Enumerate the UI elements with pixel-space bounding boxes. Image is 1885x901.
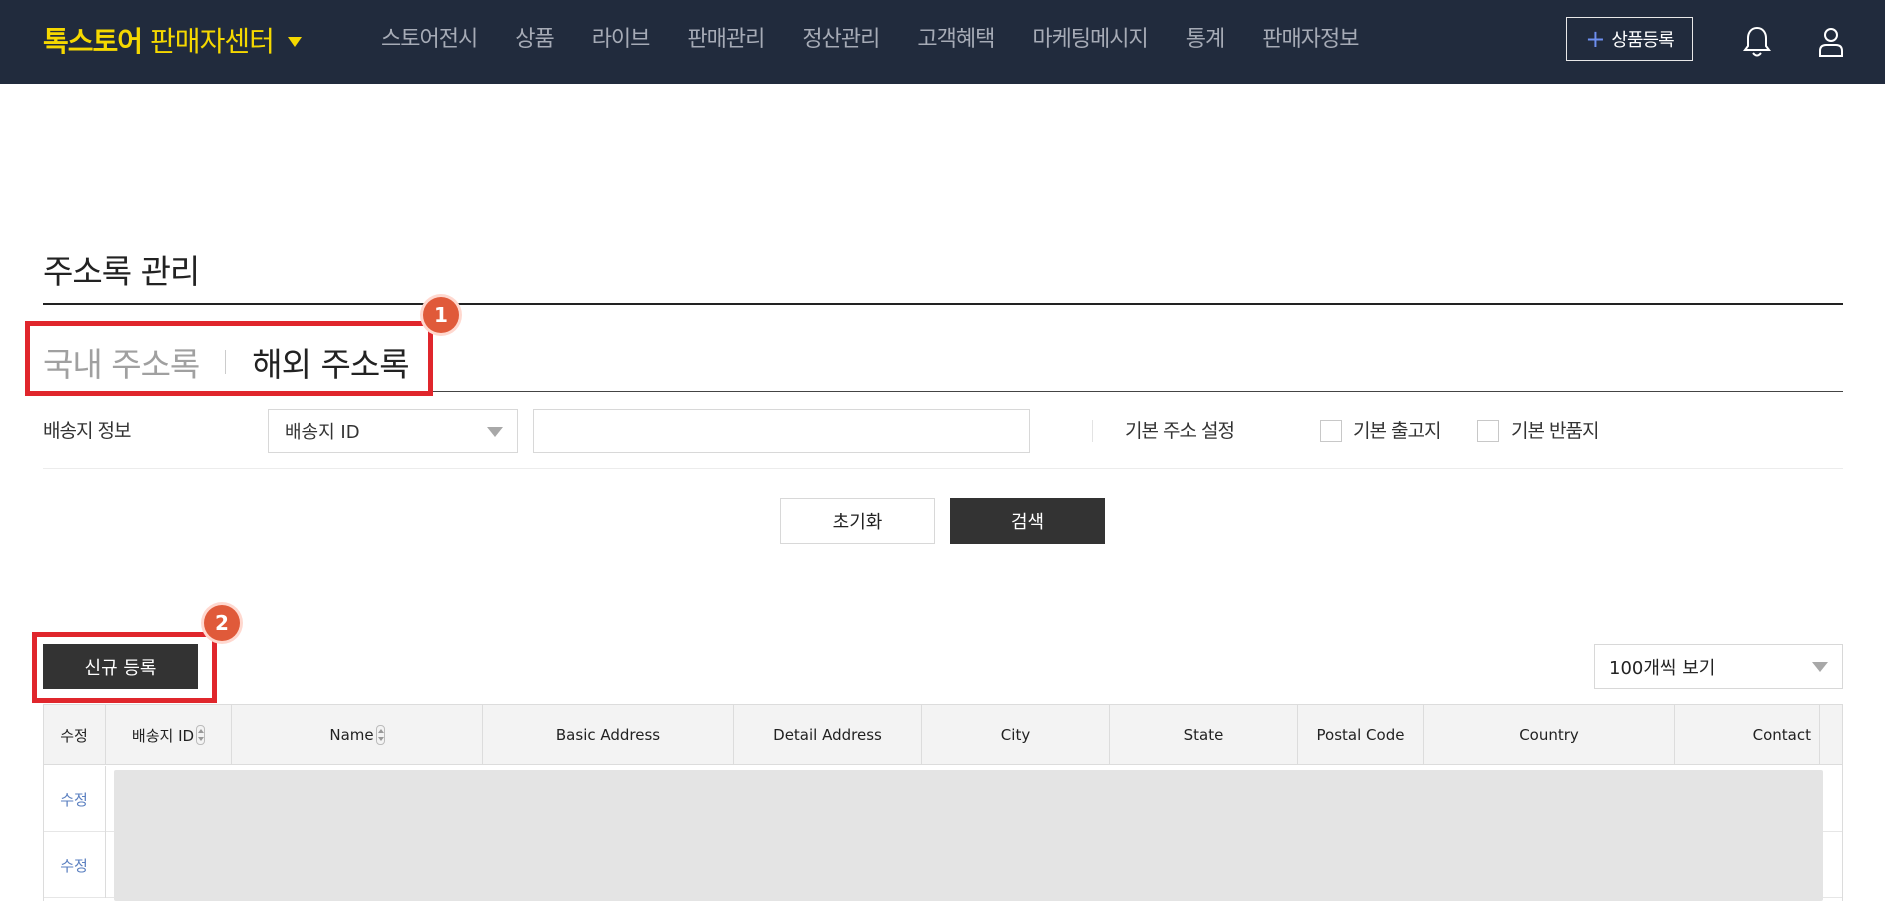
nav-item-store-display[interactable]: 스토어전시	[381, 20, 478, 60]
column-header-country: Country	[1424, 705, 1675, 765]
reset-button[interactable]: 초기화	[780, 498, 935, 544]
column-header-state: State	[1110, 705, 1298, 765]
page-title: 주소록 관리	[43, 252, 200, 291]
main-nav: 스토어전시 상품 라이브 판매관리 정산관리 고객혜택 마케팅메시지 통계 판매…	[362, 20, 1377, 60]
column-header-basic-address: Basic Address	[483, 705, 734, 765]
shipping-info-label: 배송지 정보	[43, 420, 131, 442]
search-type-value: 배송지 ID	[285, 422, 360, 443]
nav-item-products[interactable]: 상품	[515, 20, 554, 60]
table-border	[1842, 705, 1843, 901]
filter-divider-line	[43, 468, 1843, 469]
nav-item-sales[interactable]: 판매관리	[687, 20, 765, 60]
step-badge-1: 1	[423, 297, 459, 333]
search-input[interactable]	[533, 409, 1030, 453]
default-outbound-label[interactable]: 기본 출고지	[1353, 416, 1441, 443]
column-header-label: Postal Code	[1316, 726, 1405, 744]
brand-menu[interactable]: 톡스토어 판매자센터	[43, 20, 302, 60]
page-size-value: 100개씩 보기	[1609, 657, 1716, 679]
nav-item-statistics[interactable]: 통계	[1186, 20, 1225, 60]
plus-icon: +	[1585, 25, 1605, 53]
default-return-checkbox[interactable]	[1477, 420, 1499, 442]
column-header-label: Country	[1519, 726, 1579, 744]
brand-logo-text: 톡스토어	[43, 25, 143, 58]
column-header-label: City	[1000, 726, 1031, 744]
column-header-city: City	[922, 705, 1110, 765]
edit-link[interactable]: 수정	[43, 832, 106, 898]
filter-divider	[1092, 420, 1093, 442]
product-register-label: 상품등록	[1611, 30, 1674, 51]
nav-item-marketing-message[interactable]: 마케팅메시지	[1032, 20, 1148, 60]
top-navigation-bar: 톡스토어 판매자센터 스토어전시 상품 라이브 판매관리 정산관리 고객혜택 마…	[0, 0, 1885, 84]
default-outbound-checkbox[interactable]	[1320, 420, 1342, 442]
sort-icon[interactable]	[196, 725, 206, 745]
default-return-label[interactable]: 기본 반품지	[1511, 416, 1599, 443]
page-size-select[interactable]: 100개씩 보기	[1594, 644, 1843, 689]
redacted-table-content	[114, 770, 1823, 901]
column-header-label: Detail Address	[773, 726, 882, 744]
chevron-down-icon	[1812, 662, 1828, 672]
chevron-down-icon[interactable]	[287, 37, 302, 47]
product-register-button[interactable]: + 상품등록	[1566, 17, 1693, 61]
nav-item-seller-info[interactable]: 판매자정보	[1262, 20, 1359, 60]
table-border	[43, 705, 44, 901]
column-header-postal-code: Postal Code	[1298, 705, 1424, 765]
chevron-down-icon	[487, 427, 503, 437]
column-header-contact: Contact	[1675, 705, 1820, 765]
column-header-edit: 수정	[43, 705, 106, 765]
column-header-label: 수정	[60, 726, 88, 745]
search-type-select[interactable]: 배송지 ID	[268, 409, 518, 453]
nav-item-customer-benefits[interactable]: 고객혜택	[917, 20, 995, 60]
search-button[interactable]: 검색	[950, 498, 1105, 544]
bell-icon[interactable]	[1742, 24, 1772, 60]
column-header-label: Basic Address	[555, 726, 661, 744]
highlight-box-new-register	[32, 632, 217, 703]
title-divider	[43, 303, 1843, 305]
user-icon[interactable]	[1816, 24, 1846, 60]
nav-item-settlement[interactable]: 정산관리	[802, 20, 880, 60]
column-header-label: 배송지 ID	[131, 726, 195, 745]
column-header-label: Contact	[1752, 726, 1811, 744]
address-table: 수정 배송지 ID Name Basic Address Detail Addr…	[43, 704, 1843, 901]
nav-item-live[interactable]: 라이브	[592, 20, 651, 60]
column-header-label: Name	[329, 726, 374, 744]
column-header-label: State	[1183, 726, 1224, 744]
column-header-shipping-id[interactable]: 배송지 ID	[106, 705, 232, 765]
step-badge-2: 2	[204, 605, 240, 641]
edit-link[interactable]: 수정	[43, 766, 106, 832]
column-header-name[interactable]: Name	[232, 705, 483, 765]
highlight-box-tabs	[25, 321, 433, 396]
brand-subtitle: 판매자센터	[150, 25, 275, 58]
sort-icon[interactable]	[375, 725, 385, 745]
table-header: 수정 배송지 ID Name Basic Address Detail Addr…	[43, 705, 1843, 765]
default-address-label: 기본 주소 설정	[1125, 420, 1235, 442]
column-header-detail-address: Detail Address	[734, 705, 922, 765]
